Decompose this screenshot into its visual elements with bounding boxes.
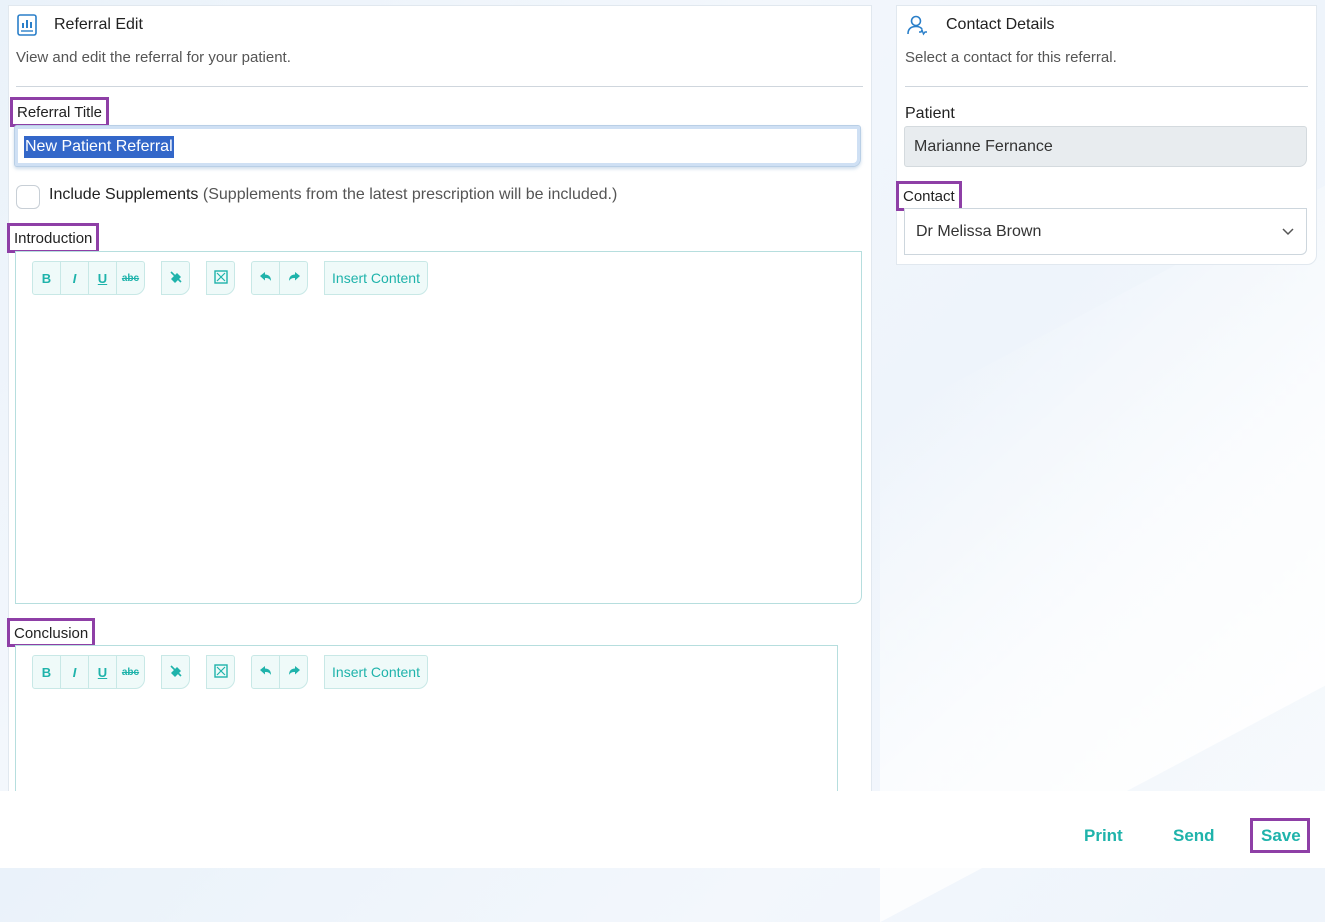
chevron-down-icon[interactable] [1280, 223, 1296, 239]
fullscreen-icon [213, 663, 228, 681]
introduction-editor[interactable]: B I U abc Insert Content [15, 251, 862, 604]
user-icon [906, 14, 928, 36]
introduction-label: Introduction [7, 223, 100, 253]
underline-button[interactable]: U [88, 655, 117, 689]
introduction-toolbar: B I U abc Insert Content [32, 261, 444, 295]
fullscreen-button[interactable] [206, 261, 235, 295]
referral-card-subtitle: View and edit the referral for your pati… [16, 49, 291, 66]
undo-button[interactable] [251, 261, 280, 295]
patient-label: Patient [905, 105, 955, 122]
conclusion-editor[interactable]: B I U abc Insert Content [15, 645, 838, 805]
clear-format-button[interactable] [161, 655, 190, 689]
save-button[interactable]: Save [1261, 826, 1301, 846]
redo-button[interactable] [279, 655, 308, 689]
italic-button[interactable]: I [60, 655, 89, 689]
send-button[interactable]: Send [1173, 826, 1215, 846]
undo-icon [259, 270, 273, 287]
contact-select[interactable]: Dr Melissa Brown [904, 208, 1307, 255]
undo-button[interactable] [251, 655, 280, 689]
eraser-icon [169, 664, 183, 681]
underline-button[interactable]: U [88, 261, 117, 295]
redo-icon [287, 270, 301, 287]
supplements-label-text: Include Supplements [49, 186, 199, 203]
referral-title-value[interactable]: New Patient Referral [24, 136, 174, 158]
contact-card-subtitle: Select a contact for this referral. [905, 49, 1117, 66]
report-icon [16, 14, 38, 36]
contact-card-title: Contact Details [946, 16, 1055, 33]
fullscreen-button[interactable] [206, 655, 235, 689]
divider [16, 86, 863, 87]
fullscreen-icon [213, 269, 228, 287]
contact-select-value: Dr Melissa Brown [916, 223, 1042, 240]
insert-content-button[interactable]: Insert Content [324, 655, 428, 689]
strikethrough-button[interactable]: abc [116, 655, 145, 689]
italic-button[interactable]: I [60, 261, 89, 295]
patient-field: Marianne Fernance [904, 126, 1307, 167]
strikethrough-button[interactable]: abc [116, 261, 145, 295]
include-supplements-checkbox[interactable] [16, 185, 40, 209]
bold-button[interactable]: B [32, 261, 61, 295]
referral-card-title: Referral Edit [54, 16, 143, 33]
referral-title-label: Referral Title [10, 97, 110, 127]
supplements-note: (Supplements from the latest prescriptio… [202, 186, 618, 203]
eraser-icon [169, 270, 183, 287]
referral-title-input[interactable]: New Patient Referral [14, 125, 861, 167]
undo-icon [259, 664, 273, 681]
conclusion-label: Conclusion [7, 618, 96, 647]
redo-icon [287, 664, 301, 681]
insert-content-button[interactable]: Insert Content [324, 261, 428, 295]
referral-card-header: Referral Edit [16, 14, 143, 36]
clear-format-button[interactable] [161, 261, 190, 295]
conclusion-toolbar: B I U abc Insert Content [32, 655, 444, 689]
footer-bar [0, 791, 1325, 868]
bold-button[interactable]: B [32, 655, 61, 689]
print-button[interactable]: Print [1084, 826, 1123, 846]
divider [905, 86, 1308, 87]
contact-label: Contact [896, 181, 962, 211]
contact-card-header: Contact Details [906, 14, 1055, 36]
redo-button[interactable] [279, 261, 308, 295]
include-supplements-label[interactable]: Include Supplements (Supplements from th… [49, 186, 617, 204]
